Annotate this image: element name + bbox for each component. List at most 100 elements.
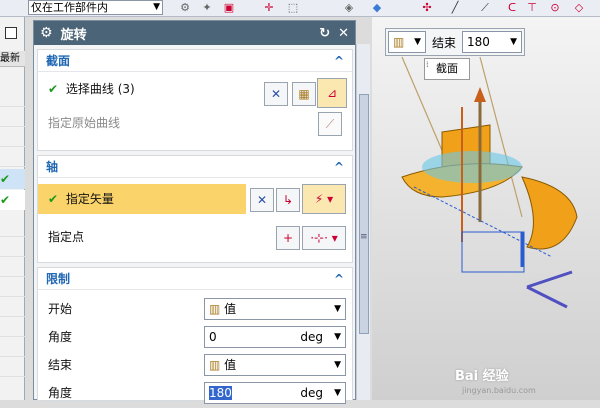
circle-icon[interactable]: ⊙ (548, 1, 562, 15)
cube-icon[interactable]: ◈ (342, 1, 356, 15)
specify-point-label: 指定点 (48, 230, 85, 244)
section-axis: 轴 ^ ✔ 指定矢量 ✕ ↳ ⚡ ▾ 指定点 + ·⊹· ▾ (37, 155, 353, 263)
navigator-row[interactable] (0, 317, 25, 337)
point-icon[interactable]: ▣ (222, 1, 236, 15)
value-icon: ▥ (393, 35, 405, 49)
y-axis-arrow (526, 285, 568, 309)
navigator-row[interactable] (0, 217, 25, 237)
navigator-row[interactable] (0, 147, 25, 167)
revolve-sweep (521, 176, 578, 250)
chevron-down-icon[interactable]: ▼ (153, 1, 160, 14)
filter-icon[interactable]: ⚙ (178, 1, 192, 15)
vector-dialog-icon[interactable]: ↳ (276, 188, 300, 212)
section-preview (422, 151, 522, 183)
reverse-vector-icon[interactable]: ✕ (250, 188, 274, 212)
end-angle-input[interactable]: 180 deg ▼ (204, 382, 346, 404)
float-end-value: 180 (467, 35, 490, 49)
select-curve-label: 选择曲线 (3) (65, 82, 135, 96)
select-box-icon[interactable]: ⬚ (286, 1, 300, 15)
navigator-row[interactable] (0, 337, 25, 357)
watermark-logo: Bai 经验 (455, 369, 509, 384)
graphics-viewport[interactable] (372, 17, 600, 400)
revolve-preview (401, 56, 578, 309)
snap-icon[interactable]: ✦ (200, 1, 214, 15)
reset-icon[interactable]: ↻ (319, 26, 330, 41)
navigator-row[interactable] (0, 127, 25, 147)
reverse-direction-icon[interactable]: ✕ (264, 82, 288, 106)
arc-icon[interactable]: ⟋ (478, 1, 492, 15)
check-icon[interactable]: ✔ (0, 190, 25, 210)
end-type-value: 值 (224, 358, 237, 372)
section-profile-header[interactable]: 截面 ^ (38, 50, 352, 72)
section-profile-title: 截面 (46, 54, 71, 68)
navigator-row[interactable] (0, 257, 25, 277)
float-end-label: 结束 (432, 36, 457, 50)
chevron-down-icon[interactable]: ▼ (334, 383, 341, 403)
grid-icon[interactable]: ◆ (370, 1, 384, 15)
revolve-dialog: ⚙ 旋转 ↻ ✕ 截面 ^ ✔ 选择曲线 (3) ✕ ▦ ⊿ 指定原始曲线 ⟋ … (33, 20, 356, 404)
point-dialog-icon[interactable]: + (276, 226, 300, 250)
chevron-down-icon: ▼ (334, 360, 341, 370)
curve-select-button[interactable]: ⊿ (317, 78, 347, 108)
navigator-row[interactable] (0, 297, 25, 317)
section-limits-title: 限制 (46, 272, 71, 286)
navigator-row[interactable] (0, 357, 25, 377)
navigator-row[interactable] (0, 107, 25, 127)
grip-icon: ⁞ (426, 60, 429, 69)
section-limits: 限制 ^ 开始 ▥ 值 ▼ 角度 0 deg ▼ 结束 ▥ 值 ▼ 角度 180… (37, 267, 353, 404)
end-value-floater: ▥ ▼ 结束 180 ▼ (385, 28, 525, 56)
navigator-row[interactable] (0, 237, 25, 257)
float-end-input[interactable]: 180 ▼ (462, 31, 522, 53)
navigator-row[interactable] (0, 277, 25, 297)
specify-origin-label: 指定原始曲线 (48, 116, 121, 130)
chevron-down-icon: ▼ (334, 304, 341, 314)
dialog-scrollbar[interactable]: ≡ (356, 44, 370, 400)
point-type-dropdown[interactable]: ·⊹· ▾ (302, 226, 346, 250)
line-icon[interactable]: ╱ (448, 1, 462, 15)
end-type-float-select[interactable]: ▥ ▼ (388, 31, 426, 53)
specify-vector-label: 指定矢量 (65, 192, 114, 206)
grip-icon: ≡ (360, 232, 368, 242)
snap-center-icon[interactable]: ✣ (420, 1, 434, 15)
section-profile: 截面 ^ ✔ 选择曲线 (3) ✕ ▦ ⊿ 指定原始曲线 ⟋ (37, 49, 353, 151)
gear-icon[interactable]: ⚙ (40, 25, 53, 41)
check-icon: ✔ (48, 82, 59, 96)
check-icon[interactable]: ✔ (0, 169, 25, 189)
value-icon: ▥ (209, 358, 225, 372)
specify-vector-row[interactable]: ✔ 指定矢量 (38, 184, 246, 214)
crosshair-icon[interactable]: ✛ (262, 1, 276, 15)
origin-curve-icon[interactable]: ⟋ (318, 112, 342, 136)
navigator-row[interactable] (0, 87, 25, 107)
arrow-up-icon (474, 87, 486, 102)
x-axis-arrow (526, 270, 573, 289)
section-limits-header[interactable]: 限制 ^ (38, 268, 352, 290)
chevron-down-icon: ▼ (414, 37, 421, 47)
start-type-value: 值 (224, 302, 237, 316)
start-angle-input[interactable]: 0 deg ▼ (204, 326, 346, 348)
column-header-latest[interactable]: 最新 (0, 51, 25, 67)
selection-filter-value: 仅在工作部件内 (31, 1, 108, 14)
checkbox[interactable] (5, 27, 17, 39)
chevron-up-icon[interactable]: ^ (334, 156, 344, 178)
end-type-select[interactable]: ▥ 值 ▼ (204, 354, 346, 376)
top-toolbar: 仅在工作部件内 ▼ ⚙ ✦ ▣ ✛ ⬚ ◈ ◆ ✣ ╱ ⟋ ᑕ ⊤ ⊙ ◇ (0, 0, 600, 17)
chevron-down-icon[interactable]: ▼ (334, 327, 341, 347)
tooltip: 截面 (424, 58, 470, 80)
watermark-url: jingyan.baidu.com (462, 386, 536, 395)
tangent-icon[interactable]: ⊤ (525, 1, 539, 15)
selection-filter-select[interactable]: 仅在工作部件内 ▼ (28, 0, 163, 15)
arc-end-icon[interactable]: ᑕ (505, 1, 519, 15)
specify-origin-row[interactable]: 指定原始曲线 (38, 108, 352, 138)
value-icon: ▥ (209, 302, 225, 316)
chevron-up-icon[interactable]: ^ (334, 268, 344, 290)
chevron-up-icon[interactable]: ^ (334, 50, 344, 72)
quadrant-icon[interactable]: ◇ (572, 1, 586, 15)
start-type-select[interactable]: ▥ 值 ▼ (204, 298, 346, 320)
section-axis-header[interactable]: 轴 ^ (38, 156, 352, 178)
vector-type-dropdown[interactable]: ⚡ ▾ (302, 184, 346, 214)
scrollbar-thumb[interactable] (359, 94, 369, 334)
close-icon[interactable]: ✕ (338, 26, 349, 41)
sketch-icon[interactable]: ▦ (292, 82, 316, 106)
dialog-titlebar: ⚙ 旋转 ↻ ✕ (34, 21, 355, 45)
chevron-down-icon[interactable]: ▼ (510, 32, 517, 52)
